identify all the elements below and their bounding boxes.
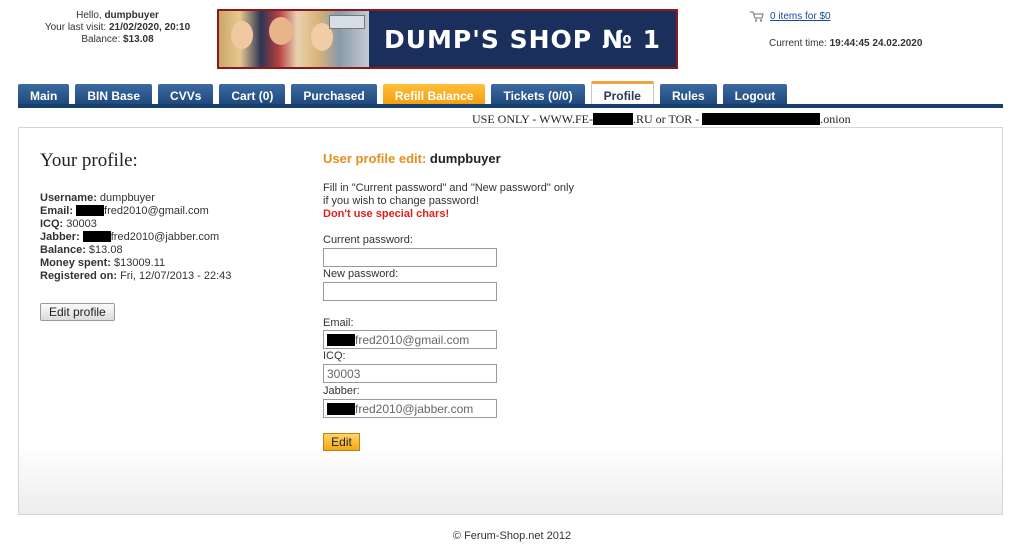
jabber-field-label: Jabber:: [323, 385, 360, 397]
redaction-box: [327, 333, 355, 346]
profile-title: Your profile:: [40, 150, 138, 171]
nav-underline: [18, 104, 1003, 108]
mirror-notice: USE ONLY - WWW.FE- .RU or TOR - .onion: [472, 112, 851, 127]
email-value: fred2010@gmail.com: [104, 205, 209, 217]
profile-info: Username: dumpbuyer Email: fred2010@gmail…: [40, 192, 231, 283]
username-label: Username:: [40, 192, 97, 204]
header-balance-value: $13.08: [123, 34, 154, 45]
header-balance-label: Balance:: [81, 34, 124, 45]
hint-line-2: if you wish to change password!: [323, 195, 479, 207]
shopping-cart-icon: [750, 11, 764, 22]
balance-value: $13.08: [88, 244, 123, 256]
redaction-box: [327, 402, 355, 415]
edit-submit-button[interactable]: Edit: [323, 433, 360, 451]
last-visit-value: 21/02/2020, 20:10: [108, 22, 191, 33]
balance-label: Balance:: [40, 244, 86, 256]
current-password-field[interactable]: [323, 248, 497, 267]
notice-part-3: .onion: [820, 112, 851, 126]
last-visit-label: Your last visit:: [44, 22, 109, 33]
hint-line-1: Fill in "Current password" and "New pass…: [323, 182, 574, 194]
banner-title: DUMP'S SHOP № 1: [369, 11, 676, 67]
icq-value: 30003: [66, 218, 97, 230]
content-panel: Your profile: Username: dumpbuyer Email:…: [18, 127, 1003, 515]
special-chars-warning: Don't use special chars!: [323, 208, 450, 220]
current-time: Current time: 19:44:45 24.02.2020: [769, 38, 922, 49]
email-label: Email:: [40, 205, 74, 217]
cart-summary: 0 items for $0: [750, 11, 831, 22]
header-username: dumpbuyer: [104, 10, 159, 21]
shop-banner[interactable]: DUMP'S SHOP № 1: [217, 9, 678, 69]
redaction-box: [593, 113, 634, 125]
jabber-field[interactable]: fred2010@jabber.com: [323, 399, 497, 418]
password-hint: Fill in "Current password" and "New pass…: [323, 182, 574, 221]
edit-profile-button[interactable]: Edit profile: [40, 303, 115, 321]
edit-form-username: dumpbuyer: [429, 151, 501, 166]
redaction-box: [82, 231, 111, 242]
new-password-label: New password:: [323, 268, 399, 280]
jabber-field-value: fred2010@jabber.com: [355, 401, 474, 416]
redaction-box: [76, 205, 105, 216]
footer-copyright: © Ferum-Shop.net 2012: [452, 530, 572, 542]
email-field[interactable]: fred2010@gmail.com: [323, 330, 497, 349]
current-time-label: Current time:: [769, 38, 830, 49]
new-password-field[interactable]: [323, 282, 497, 301]
registered-value: Fri, 12/07/2013 - 22:43: [120, 270, 232, 282]
user-greeting: Hello, dumpbuyer Your last visit: 21/02/…: [30, 10, 205, 46]
current-time-value: 19:44:45 24.02.2020: [829, 38, 923, 49]
cart-link[interactable]: 0 items for $0: [770, 11, 831, 22]
notice-part-2: .RU or TOR -: [633, 112, 700, 126]
jabber-value: fred2010@jabber.com: [110, 231, 220, 243]
hello-prefix: Hello,: [76, 10, 105, 21]
edit-form-title: User profile edit: dumpbuyer: [323, 151, 501, 166]
icq-label: ICQ:: [40, 218, 64, 230]
registered-label: Registered on:: [40, 270, 118, 282]
icq-field-label: ICQ:: [323, 350, 346, 362]
money-spent-label: Money spent:: [40, 257, 111, 269]
banner-photo: [219, 11, 369, 67]
email-field-label: Email:: [323, 317, 354, 329]
email-field-value: fred2010@gmail.com: [355, 332, 470, 347]
edit-form-title-label: User profile edit:: [323, 151, 427, 166]
redaction-box: [702, 113, 821, 125]
money-spent-value: $13009.11: [113, 257, 166, 269]
jabber-label: Jabber:: [40, 231, 80, 243]
current-password-label: Current password:: [323, 234, 413, 246]
username-value: dumpbuyer: [99, 192, 155, 204]
icq-field[interactable]: 30003: [323, 364, 497, 383]
notice-part-1: USE ONLY - WWW.FE-: [472, 112, 594, 126]
